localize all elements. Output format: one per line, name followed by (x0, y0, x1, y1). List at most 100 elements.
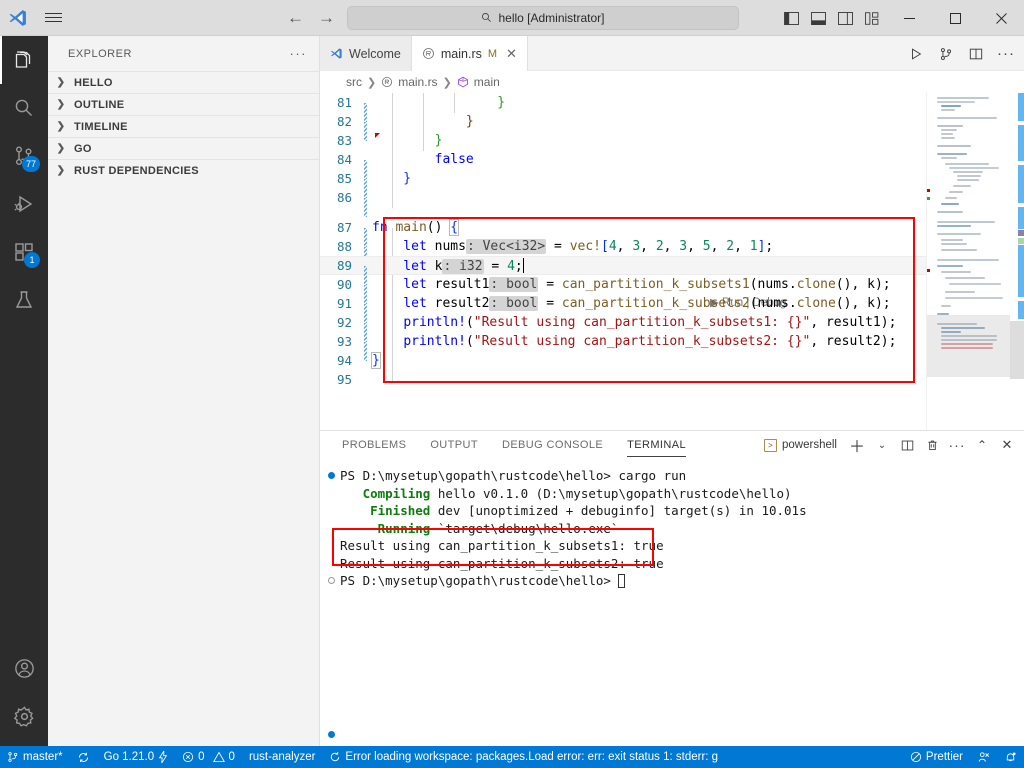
code-line[interactable]: 95 (320, 370, 1024, 389)
split-source-control-icon[interactable] (932, 40, 960, 68)
run-icon[interactable] (902, 40, 930, 68)
command-success-marker (328, 472, 335, 479)
status-source-control-branch[interactable]: master* (0, 746, 70, 768)
panel-more-actions-icon[interactable]: ··· (946, 434, 968, 456)
activity-bar-item-run-and-debug[interactable] (0, 180, 48, 228)
status-problems[interactable]: 0 0 (175, 746, 242, 768)
terminal-dropdown-icon[interactable]: ⌄ (871, 434, 893, 456)
sidebar-section-label: TIMELINE (74, 120, 128, 133)
navigate-back-icon[interactable]: ← (285, 9, 306, 26)
sidebar-section-rust-dependencies[interactable]: ❯ RUST DEPENDENCIES (48, 159, 319, 181)
source-control-badge: 77 (21, 156, 40, 172)
panel-tab-problems[interactable]: PROBLEMS (342, 431, 406, 459)
sidebar-section-hello[interactable]: ❯ HELLO (48, 71, 319, 93)
activity-bar-item-source-control[interactable]: 77 (0, 132, 48, 180)
window-close-button[interactable] (978, 0, 1024, 36)
window-minimize-button[interactable] (886, 0, 932, 36)
activity-bar-item-settings[interactable] (0, 692, 48, 740)
code-line[interactable]: 90 let result1: bool = can_partition_k_s… (320, 275, 1024, 304)
terminal-output[interactable]: PS D:\mysetup\gopath\rustcode\hello> car… (320, 459, 1024, 760)
activity-bar-item-accounts[interactable] (0, 644, 48, 692)
panel-tab-terminal[interactable]: TERMINAL (627, 431, 686, 459)
code-line[interactable]: 84 false (320, 150, 1024, 179)
bottom-panel: PROBLEMS OUTPUT DEBUG CONSOLE TERMINAL >… (320, 430, 1024, 760)
customize-layout-icon[interactable] (859, 0, 886, 36)
status-prettier[interactable]: Prettier (903, 746, 970, 768)
status-go-version[interactable]: Go 1.21.0 (97, 746, 176, 768)
status-warning-count: 0 (228, 751, 235, 763)
code-line[interactable]: 81 } (320, 93, 1024, 122)
chevron-right-icon: ❯ (56, 77, 66, 88)
code-line[interactable]: 86 (320, 188, 1024, 217)
status-sync-button[interactable] (70, 746, 97, 768)
sync-icon (77, 751, 90, 764)
code-editor[interactable]: 81 } 82 } 83 } 84 false 85} 86 ▶ Run | … (320, 93, 1024, 451)
chevron-right-icon: ❯ (56, 121, 66, 132)
sidebar-section-go[interactable]: ❯ GO (48, 137, 319, 159)
code-line[interactable]: 93 println!("Result using can_partition_… (320, 332, 1024, 361)
sidebar-more-actions-icon[interactable]: ··· (286, 46, 312, 61)
prettier-icon (910, 751, 922, 763)
extensions-badge: 1 (24, 252, 40, 268)
code-line[interactable]: 91 let result2: bool = can_partition_k_s… (320, 294, 1024, 323)
status-notifications[interactable] (997, 746, 1024, 768)
sidebar-section-timeline[interactable]: ❯ TIMELINE (48, 115, 319, 137)
code-line[interactable]: 88 let nums: Vec<i32> = vec![4, 3, 2, 3,… (320, 237, 1024, 266)
status-prettier-label: Prettier (925, 751, 963, 763)
navigate-forward-icon[interactable]: → (316, 9, 337, 26)
activity-bar-item-testing[interactable] (0, 276, 48, 324)
toggle-panel-icon[interactable] (805, 0, 832, 36)
status-error-count: 0 (198, 751, 205, 763)
terminal-line: Compiling hello v0.1.0 (D:\mysetup\gopat… (320, 485, 1024, 503)
editor-scrollbar-thumb[interactable] (1010, 321, 1024, 379)
status-rust-analyzer[interactable]: rust-analyzer (242, 746, 322, 768)
command-center-search[interactable]: hello [Administrator] (347, 5, 739, 30)
maximize-panel-icon[interactable]: ⌃ (971, 434, 993, 456)
code-line-current[interactable]: 89 let k: i32 = 4; (320, 256, 1024, 285)
window-maximize-button[interactable] (932, 0, 978, 36)
status-workspace-error[interactable]: Error loading workspace: packages.Load e… (322, 746, 725, 768)
breadcrumb-item-src[interactable]: src (346, 75, 362, 89)
tab-main-rs[interactable]: main.rs M ✕ (411, 36, 528, 71)
activity-bar-item-extensions[interactable]: 1 (0, 228, 48, 276)
split-editor-icon[interactable] (962, 40, 990, 68)
tab-dirty-indicator: M (487, 47, 498, 60)
tab-welcome[interactable]: Welcome (320, 36, 412, 71)
code-line[interactable]: 85 } (320, 169, 1024, 198)
new-terminal-icon[interactable]: ＋ (846, 434, 868, 456)
code-line[interactable]: 94 } (320, 351, 1024, 370)
code-line[interactable]: 83 } (320, 131, 1024, 150)
line-number: 93 (336, 334, 352, 350)
scrollbar-overview-mark (1018, 238, 1024, 244)
line-number: 92 (336, 315, 352, 331)
close-panel-icon[interactable]: ✕ (996, 434, 1018, 456)
status-remote-feedback[interactable] (970, 746, 997, 768)
activity-bar-item-search[interactable] (0, 84, 48, 132)
minimap-info-mark (927, 197, 930, 200)
minimap-error-mark (927, 269, 930, 272)
code-line[interactable]: 82 } (320, 112, 1024, 141)
terminal-line: Result using can_partition_k_subsets2: t… (320, 555, 1024, 573)
panel-tab-debug-console[interactable]: DEBUG CONSOLE (502, 431, 603, 459)
terminal-instance-powershell[interactable]: > powershell (762, 438, 843, 452)
toggle-secondary-sidebar-icon[interactable] (832, 0, 859, 36)
breadcrumb-item-main-rs[interactable]: main.rs (398, 75, 437, 89)
toggle-primary-sidebar-icon[interactable] (778, 0, 805, 36)
minimap-viewport-slider[interactable] (927, 315, 1010, 377)
panel-tab-output[interactable]: OUTPUT (430, 431, 478, 459)
tab-label: main.rs (440, 46, 482, 61)
code-line[interactable]: 87 fn main() { (320, 218, 1024, 247)
kill-terminal-icon[interactable] (921, 434, 943, 456)
minimap[interactable] (926, 93, 1010, 451)
split-terminal-icon[interactable] (896, 434, 918, 456)
editor-vertical-scrollbar[interactable] (1010, 93, 1024, 451)
breadcrumb-item-main[interactable]: main (474, 75, 500, 89)
panel-actions: > powershell ＋ ⌄ ··· ⌃ ✕ (762, 431, 1018, 459)
line-number: 82 (336, 114, 352, 130)
code-line[interactable]: 92 println!("Result using can_partition_… (320, 313, 1024, 342)
sidebar-section-outline[interactable]: ❯ OUTLINE (48, 93, 319, 115)
status-go-label: Go 1.21.0 (103, 751, 155, 763)
activity-bar-item-explorer[interactable] (0, 36, 48, 84)
editor-more-actions-icon[interactable]: ··· (992, 40, 1020, 68)
tab-close-icon[interactable]: ✕ (506, 46, 517, 62)
